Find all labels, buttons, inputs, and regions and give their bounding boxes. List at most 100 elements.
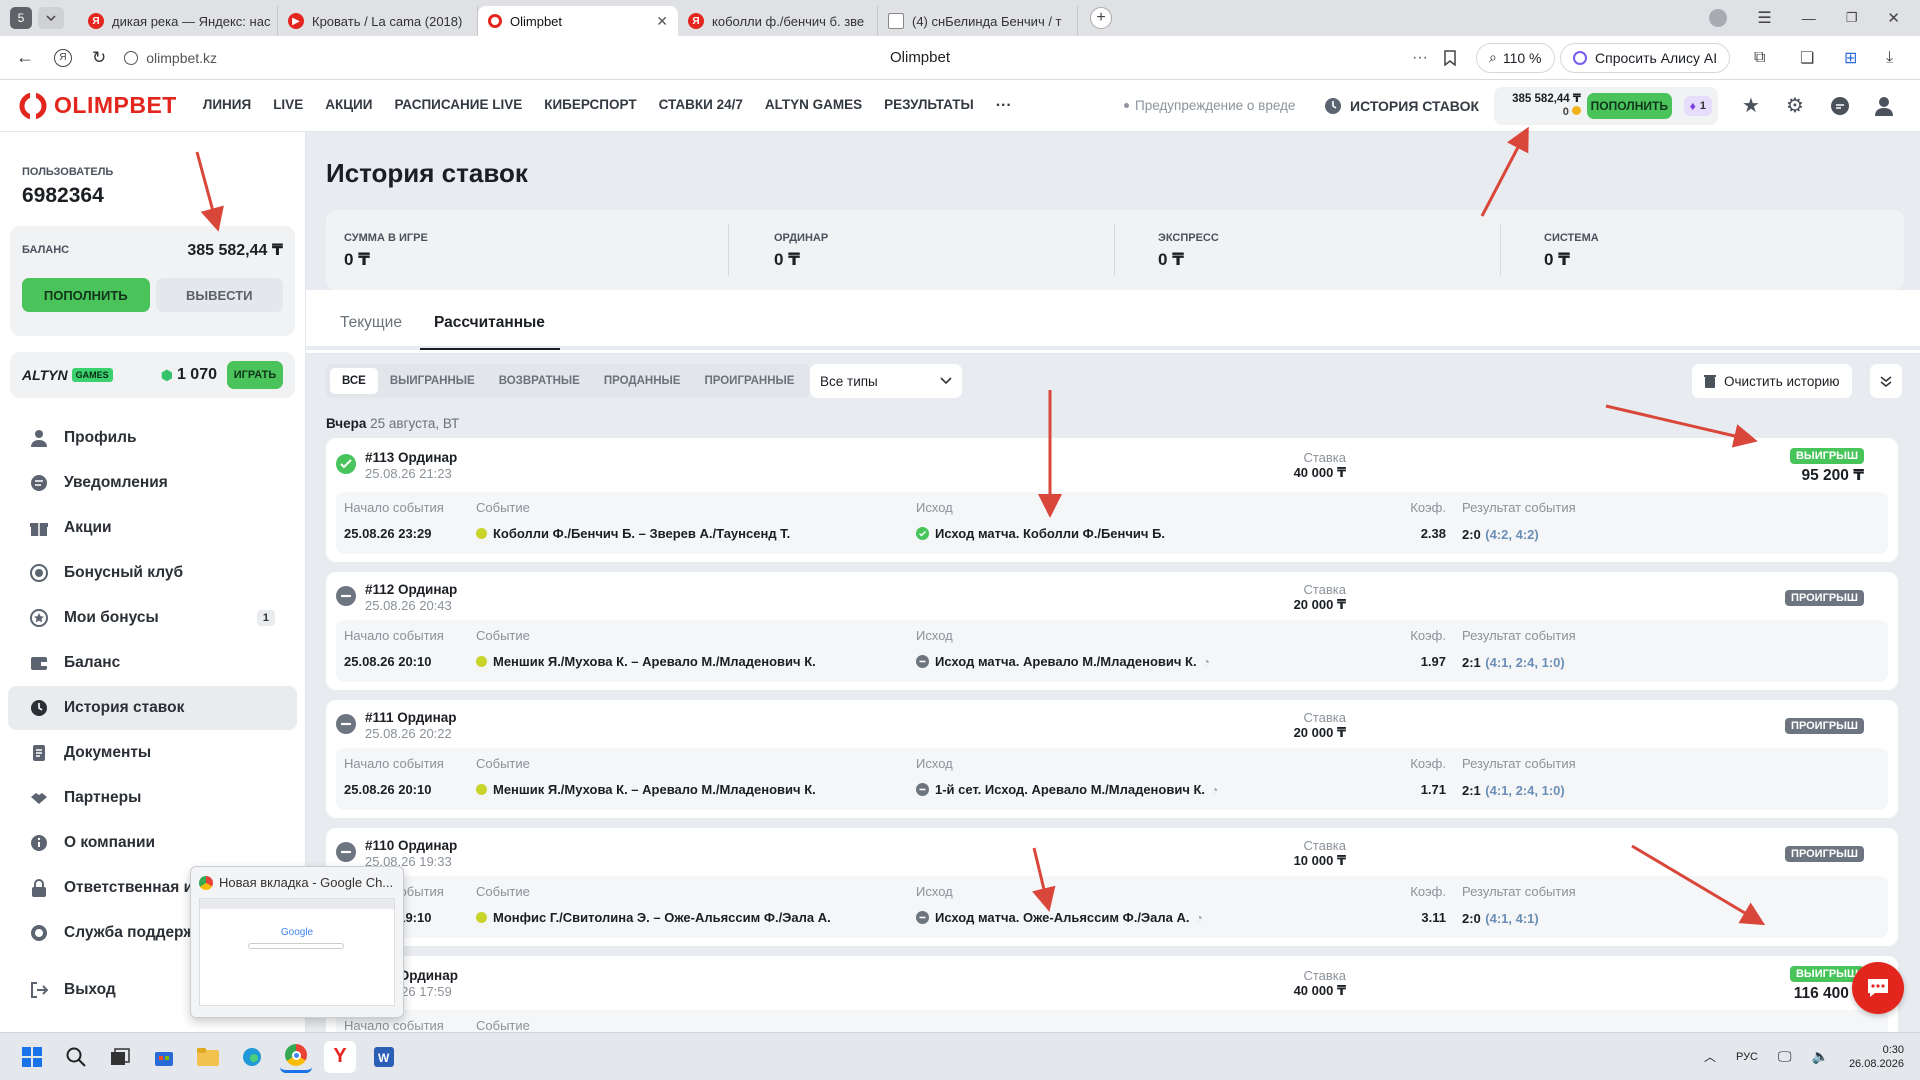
sidebar-item-balance[interactable]: Баланс [8, 641, 297, 685]
tennis-ball-icon [476, 656, 487, 667]
alice-button[interactable]: Спросить Алису AI [1560, 42, 1731, 73]
favorites-star-icon[interactable]: ★ [1742, 93, 1760, 118]
network-icon[interactable]: 🖵 [1778, 1048, 1792, 1065]
nav-results[interactable]: РЕЗУЛЬТАТЫ [884, 97, 974, 115]
downloads-icon[interactable]: ⤓ [1886, 49, 1893, 67]
close-tab-icon[interactable]: ✕ [656, 13, 668, 30]
sidebar-item-partners[interactable]: Партнеры [8, 776, 297, 820]
bet-card[interactable]: #112 Ординар 25.08.26 20:43 Ставка 20 000… [326, 572, 1898, 690]
bet-card[interactable]: #111 Ординар 25.08.26 20:22 Ставка 20 000… [326, 700, 1898, 818]
event-name[interactable]: Меншик Я./Мухова К. – Аревало М./Младено… [493, 654, 816, 669]
extensions-icon[interactable]: ⧉ [1754, 49, 1765, 67]
account-user-icon[interactable] [1874, 96, 1894, 116]
window-close-icon[interactable]: ✕ [1887, 9, 1900, 27]
bet-card[interactable]: #109 Ординар 25.08.26 17:59 Ставка 40 000… [326, 956, 1898, 1032]
filter-won[interactable]: ВЫИГРАННЫЕ [378, 375, 487, 387]
profile-avatar-icon[interactable] [1709, 9, 1728, 27]
tab-current[interactable]: Текущие [340, 314, 402, 332]
yandex-protect-icon[interactable]: Я [54, 48, 72, 67]
nav-bets-24-7[interactable]: СТАВКИ 24/7 [659, 97, 743, 115]
volume-icon[interactable]: 🔈 [1812, 1048, 1829, 1065]
timer-icon: ◔ [1195, 910, 1203, 925]
nav-live-schedule[interactable]: РАСПИСАНИЕ LIVE [394, 97, 522, 115]
sidebar-item-about[interactable]: О компании [8, 821, 297, 865]
sidebar-item-profile[interactable]: Профиль [8, 416, 297, 460]
file-explorer-icon[interactable] [192, 1041, 224, 1073]
nav-esports[interactable]: КИБЕРСПОРТ [544, 97, 636, 115]
browser-tab-3[interactable]: Olimpbet ✕ [478, 6, 678, 36]
new-tab-plus-icon[interactable]: + [1090, 7, 1112, 29]
menu-icon[interactable]: ☰ [1757, 8, 1771, 28]
chrome-taskbar-icon[interactable] [280, 1041, 312, 1073]
bookmark-icon[interactable] [1444, 49, 1456, 66]
bet-card[interactable]: #110 Ординар 25.08.26 19:33 Ставка 10 000… [326, 828, 1898, 946]
nav-altyn-games[interactable]: ALTYN GAMES [765, 97, 862, 115]
sidebar-item-bonus-club[interactable]: Бонусный клуб [8, 551, 297, 595]
olimpbet-logo[interactable]: OLIMPBET [18, 91, 177, 121]
sidebar-item-notifications[interactable]: Уведомления [8, 461, 297, 505]
browser-tab-4[interactable]: Якоболли ф./бенчич б. зве [678, 6, 878, 36]
browser-tab-2[interactable]: ▶ Кровать / La cama (2018) [278, 6, 478, 36]
yandex-browser-icon[interactable]: Y [324, 1040, 356, 1073]
bet-history-link[interactable]: ИСТОРИЯ СТАВОК [1324, 97, 1479, 115]
filter-sold[interactable]: ПРОДАННЫЕ [592, 375, 693, 387]
tray-chevron-up-icon[interactable]: ︿ [1704, 1048, 1716, 1065]
bet-type-select[interactable]: Все типы [810, 364, 962, 398]
promo-badge[interactable]: ♦ 1 [1683, 95, 1712, 116]
back-arrow-icon[interactable]: ← [16, 47, 34, 68]
sidebar-item-promotions[interactable]: Акции [8, 506, 297, 550]
collapse-all-icon[interactable] [1870, 364, 1902, 398]
search-icon[interactable] [60, 1041, 92, 1073]
altyn-play-button[interactable]: ИГРАТЬ [227, 361, 283, 389]
header-deposit-button[interactable]: ПОПОЛНИТЬ [1586, 92, 1672, 119]
nav-line[interactable]: ЛИНИЯ [203, 97, 251, 115]
clear-history-button[interactable]: Очистить историю [1692, 364, 1852, 398]
minimize-icon[interactable]: — [1802, 10, 1816, 26]
store-icon[interactable] [148, 1041, 180, 1073]
event-name[interactable]: Монфис Г./Свитолина Э. – Оже-Альяссим Ф.… [493, 910, 831, 925]
site-info-icon[interactable] [124, 50, 139, 65]
windows-start-icon[interactable] [16, 1041, 48, 1073]
nav-more[interactable]: ··· [996, 97, 1012, 115]
browser-tab-5[interactable]: (4) снБелинда Бенчич / т [878, 6, 1078, 36]
header-balance[interactable]: 385 582,44 ₸ [1500, 93, 1581, 106]
event-name[interactable]: Меншик Я./Мухова К. – Аревало М./Младено… [493, 782, 816, 797]
event-name[interactable]: Коболли Ф./Бенчич Б. – Зверев А./Таунсен… [493, 526, 790, 541]
withdraw-button[interactable]: ВЫВЕСТИ [155, 278, 283, 312]
harm-warning[interactable]: Предупреждение о вреде [1124, 98, 1295, 113]
keyboard-language[interactable]: РУС [1736, 1051, 1758, 1063]
url-text[interactable]: olimpbet.kz [146, 50, 446, 66]
settings-gear-icon[interactable]: ⚙ [1786, 93, 1804, 118]
zoom-button[interactable]: ⌕ 110 % [1476, 42, 1555, 73]
tab-settled[interactable]: Рассчитанные [434, 314, 545, 332]
summary-express: ЭКСПРЕСС 0 ₸ [1158, 232, 1219, 269]
bet-card[interactable]: #113 Ординар 25.08.26 21:23 Ставка 40 000… [326, 438, 1898, 562]
sidebar-item-bet-history[interactable]: История ставок [8, 686, 297, 730]
coefficient: 3.11 [1421, 910, 1446, 925]
filter-all[interactable]: ВСЕ [330, 368, 378, 394]
tab-counter[interactable]: 5 [10, 7, 32, 29]
collections-icon[interactable]: ❏ [1800, 48, 1814, 68]
altyn-games-card[interactable]: ALTYN GAMES ⬢ 1 070 ИГРАТЬ [10, 352, 295, 398]
nav-live[interactable]: LIVE [273, 97, 303, 115]
sidebar-item-documents[interactable]: Документы [8, 731, 297, 775]
translate-icon[interactable]: ⊞ [1844, 48, 1857, 68]
task-view-icon[interactable] [104, 1041, 136, 1073]
edge-icon[interactable] [236, 1041, 268, 1073]
filter-refunded[interactable]: ВОЗВРАТНЫЕ [487, 375, 592, 387]
sidebar-item-my-bonuses[interactable]: Мои бонусы 1 [8, 596, 297, 640]
more-dots-icon[interactable]: ··· [1412, 49, 1428, 67]
deposit-button[interactable]: ПОПОЛНИТЬ [22, 278, 150, 312]
filter-lost[interactable]: ПРОИГРАННЫЕ [692, 375, 806, 387]
tabs-dropdown-icon[interactable] [38, 7, 64, 29]
nav-promotions[interactable]: АКЦИИ [325, 97, 372, 115]
window-preview-popup[interactable]: Новая вкладка - Google Ch... Google [190, 866, 404, 1018]
reload-icon[interactable]: ↻ [92, 48, 106, 68]
word-icon[interactable]: W [368, 1041, 400, 1073]
restore-icon[interactable]: ❐ [1846, 10, 1858, 26]
chat-icon[interactable] [1830, 96, 1850, 116]
browser-tab-1[interactable]: Ядикая река — Яндекс: нас [78, 6, 278, 36]
clock[interactable]: 0:30 26.08.2026 [1849, 1043, 1904, 1071]
support-chat-button[interactable] [1852, 962, 1904, 1014]
status-badge: ПРОИГРЫШ [1785, 590, 1864, 606]
